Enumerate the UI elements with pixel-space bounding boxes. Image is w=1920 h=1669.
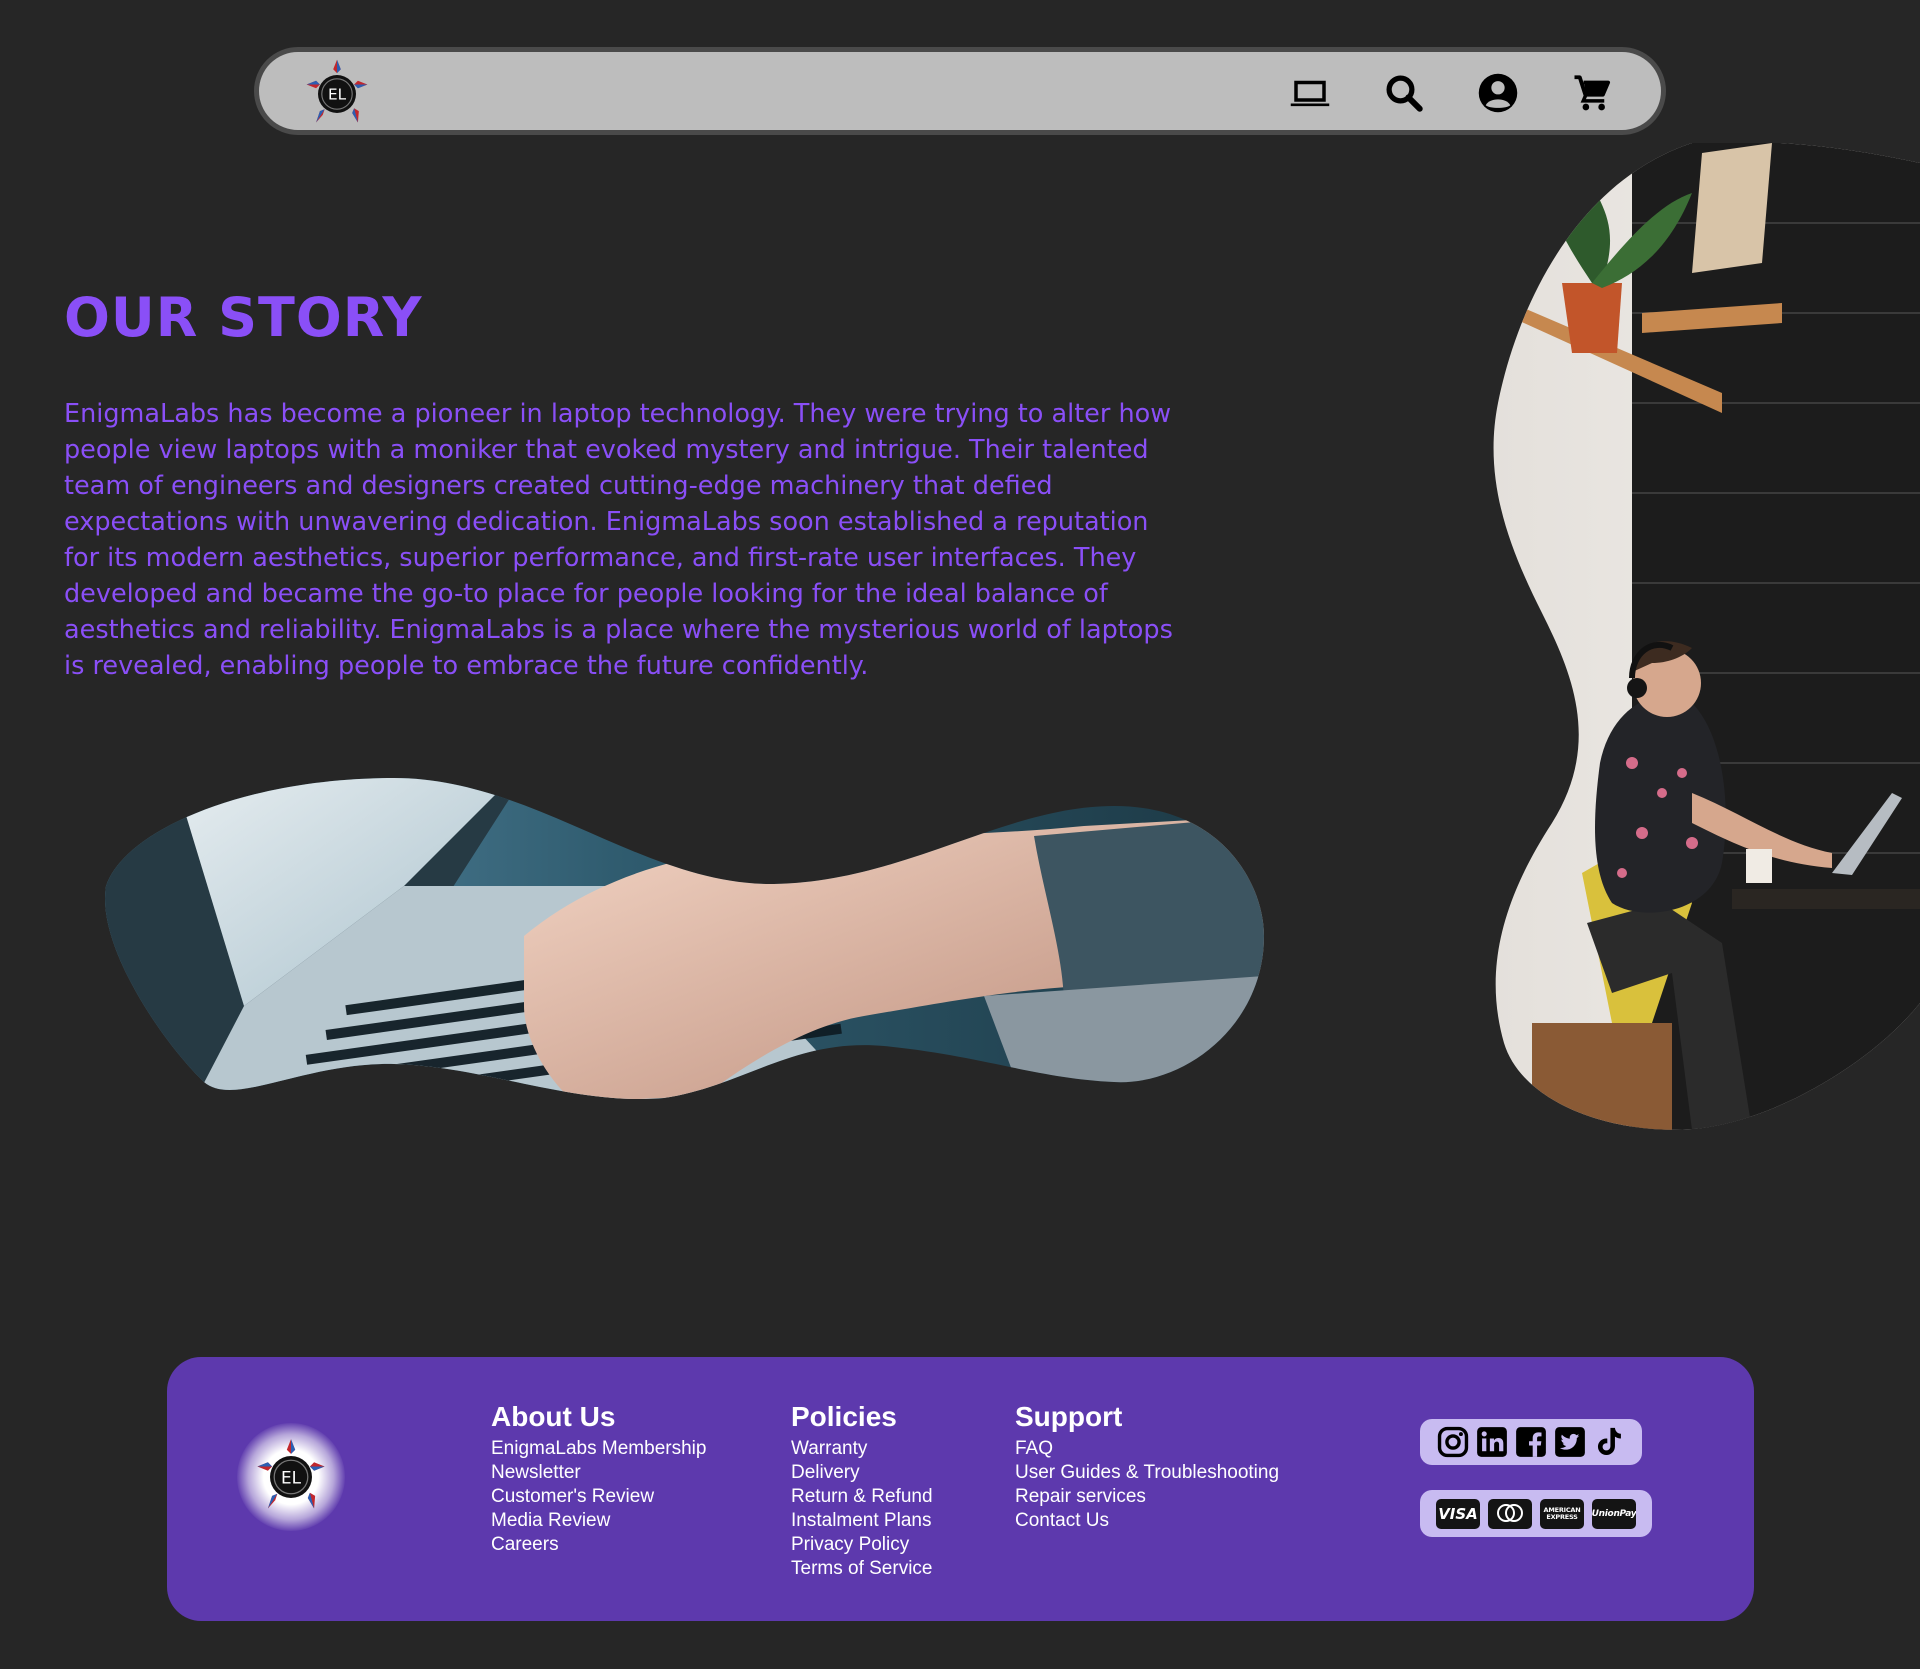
footer-link-contact-us[interactable]: Contact Us [1015,1509,1279,1533]
footer-link-membership[interactable]: EnigmaLabs Membership [491,1437,706,1461]
american-express-icon: AMERICAN EXPRESS [1540,1498,1584,1529]
footer-link-media-review[interactable]: Media Review [491,1509,706,1533]
footer-link-faq[interactable]: FAQ [1015,1437,1279,1461]
footer-link-user-guides[interactable]: User Guides & Troubleshooting [1015,1461,1279,1485]
logo-text: EL [328,86,347,104]
footer-link-privacy-policy[interactable]: Privacy Policy [791,1533,933,1557]
visa-icon: VISA [1436,1498,1480,1529]
enigmalabs-logo[interactable]: EL [299,56,375,132]
footer-link-warranty[interactable]: Warranty [791,1437,933,1461]
story-paragraph: EnigmaLabs has become a pioneer in lapto… [64,399,1173,681]
linkedin-icon[interactable] [1475,1425,1509,1459]
footer-about-column: About Us EnigmaLabs Membership Newslette… [491,1401,706,1557]
laptop-icon[interactable] [1289,72,1331,114]
footer-link-customers-review[interactable]: Customer's Review [491,1485,706,1509]
social-media-links [1420,1419,1642,1465]
person-working-image [1493,143,1920,1130]
footer-link-instalment-plans[interactable]: Instalment Plans [791,1509,933,1533]
footer-link-return-refund[interactable]: Return & Refund [791,1485,933,1509]
footer-logo[interactable]: EL [237,1423,345,1531]
footer-about-heading: About Us [491,1401,616,1432]
footer-logo-text: EL [281,1467,302,1487]
mastercard-icon [1488,1498,1532,1529]
mastercard-circles [1497,1503,1523,1522]
footer-link-newsletter[interactable]: Newsletter [491,1461,706,1485]
tiktok-icon[interactable] [1592,1425,1626,1459]
footer-link-terms-of-service[interactable]: Terms of Service [791,1557,933,1581]
cart-icon[interactable] [1571,72,1613,114]
footer-link-repair-services[interactable]: Repair services [1015,1485,1279,1509]
top-navbar: EL [254,47,1666,135]
visa-label: VISA [1438,1504,1478,1523]
footer-link-delivery[interactable]: Delivery [791,1461,933,1485]
search-icon[interactable] [1383,72,1425,114]
unionpay-label: UnionPay [1592,1508,1636,1519]
facebook-icon[interactable] [1514,1425,1548,1459]
amex-label: AMERICAN EXPRESS [1543,1505,1581,1521]
footer-policies-heading: Policies [791,1401,897,1432]
account-icon[interactable] [1477,72,1519,114]
laptop-typing-image [105,778,1264,1100]
footer-support-heading: Support [1015,1401,1123,1432]
footer-support-column: Support FAQ User Guides & Troubleshootin… [1015,1401,1279,1533]
enigmalabs-logo-icon: EL [257,1439,325,1509]
payment-methods: VISA AMERICAN EXPRESS UnionPay [1420,1490,1652,1537]
instagram-icon[interactable] [1436,1425,1470,1459]
site-footer: EL About Us EnigmaLabs Membership Newsle… [167,1357,1754,1621]
nav-icon-group [1289,72,1613,114]
unionpay-icon: UnionPay [1592,1498,1636,1529]
twitter-icon[interactable] [1553,1425,1587,1459]
footer-link-careers[interactable]: Careers [491,1533,706,1557]
footer-policies-column: Policies Warranty Delivery Return & Refu… [791,1401,933,1581]
page-title: OUR STORY [64,286,423,349]
